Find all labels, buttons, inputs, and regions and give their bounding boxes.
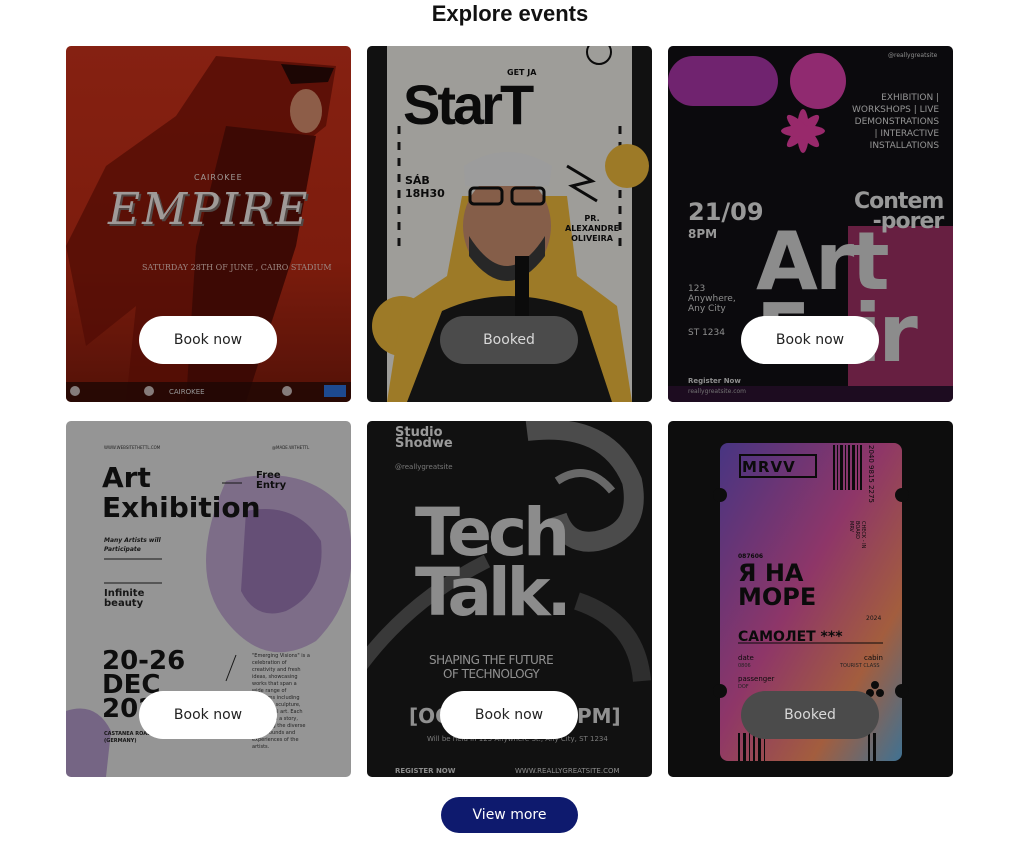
book-now-button[interactable]: Book now — [139, 691, 277, 739]
page-title: Explore events — [431, 1, 589, 26]
view-more-button[interactable]: View more — [441, 797, 578, 833]
booked-button[interactable]: Booked — [440, 316, 578, 364]
event-card-tech-talk[interactable]: Studio Shodwe @reallygreatsite Tech Talk… — [367, 421, 652, 777]
book-now-button[interactable]: Book now — [139, 316, 277, 364]
booked-button[interactable]: Booked — [741, 691, 879, 739]
book-now-button[interactable]: Book now — [741, 316, 879, 364]
event-card-art-exhibition[interactable]: WWW.WEBSITETHETTL.COM @MADE.WITHETTL Art… — [66, 421, 351, 777]
event-card-art-fair[interactable]: @reallygreatsite EXHIBITION | WORKSHOPS … — [668, 46, 953, 402]
event-card-ticket[interactable]: MRVV 2040 9815 2275 CHECK - IN BOARD MRV… — [668, 421, 953, 777]
event-card-empire[interactable]: CAIROKEE EMPIRE SATURDAY 28TH OF JUNE , … — [66, 46, 351, 402]
book-now-button[interactable]: Book now — [440, 691, 578, 739]
event-card-start[interactable]: GET JA StarT SÁB 18H30 PR. ALEXANDRE OLI… — [367, 46, 652, 402]
